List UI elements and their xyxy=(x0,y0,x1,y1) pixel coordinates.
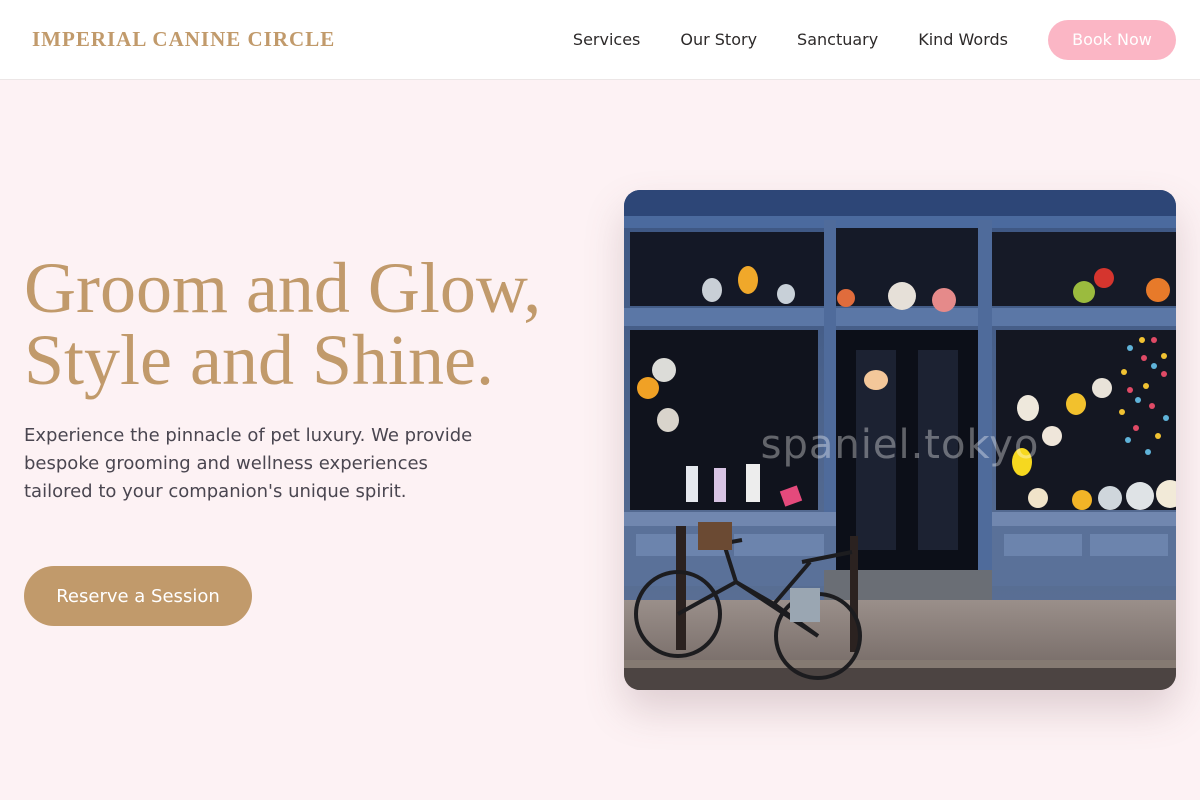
nav-link-sanctuary[interactable]: Sanctuary xyxy=(797,30,878,49)
nav-link-our-story[interactable]: Our Story xyxy=(680,30,757,49)
hero-title-line-2: Style and Shine. xyxy=(24,320,494,400)
main-nav: Services Our Story Sanctuary Kind Words … xyxy=(573,19,1176,60)
reserve-session-button[interactable]: Reserve a Session xyxy=(24,566,252,626)
hero-title: Groom and Glow, Style and Shine. xyxy=(24,252,594,396)
hero-photo: spaniel.tokyo xyxy=(624,190,1176,690)
hero-title-line-1: Groom and Glow, xyxy=(24,248,542,328)
nav-link-services[interactable]: Services xyxy=(573,30,640,49)
hero-description: Experience the pinnacle of pet luxury. W… xyxy=(24,425,473,502)
book-now-button[interactable]: Book Now xyxy=(1048,19,1176,60)
brand-logo[interactable]: IMPERIAL CANINE CIRCLE xyxy=(32,27,335,52)
photo-watermark: spaniel.tokyo xyxy=(760,422,1040,468)
top-navigation-bar: IMPERIAL CANINE CIRCLE Services Our Stor… xyxy=(0,0,1200,80)
nav-link-kind-words[interactable]: Kind Words xyxy=(918,30,1008,49)
